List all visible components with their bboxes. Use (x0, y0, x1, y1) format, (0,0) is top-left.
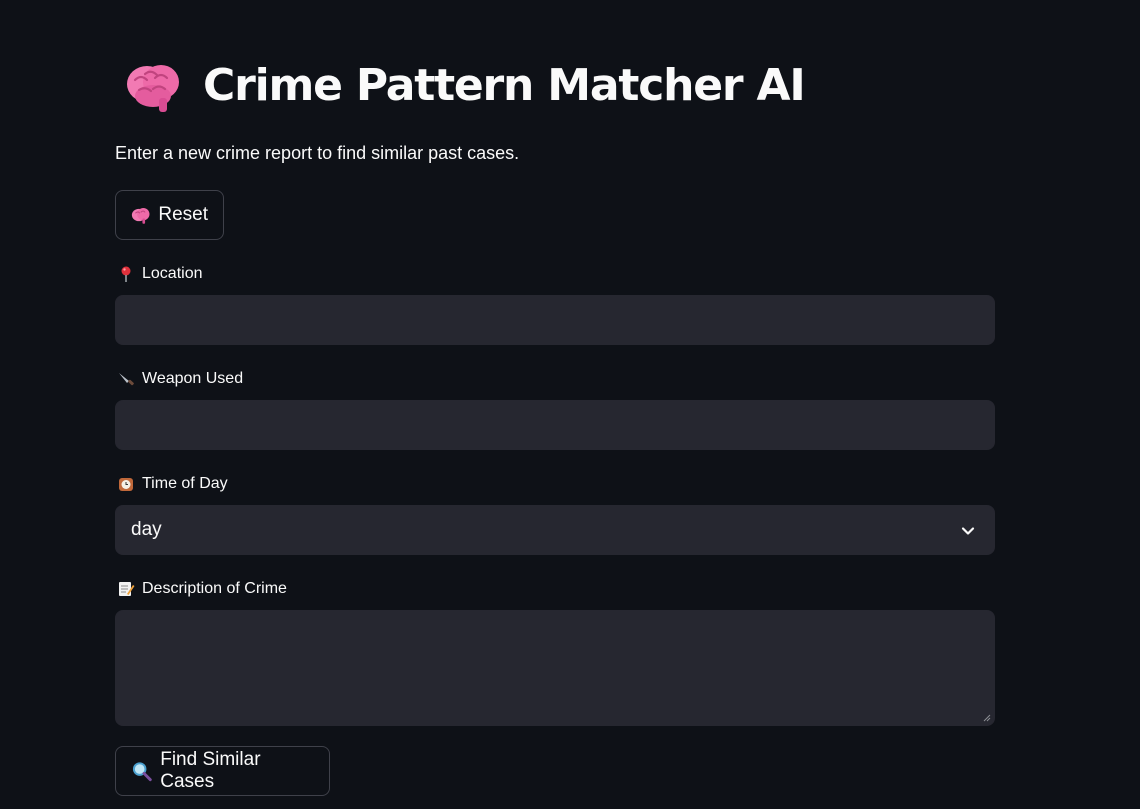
page-title: Crime Pattern Matcher AI (203, 60, 806, 111)
reset-button[interactable]: Reset (115, 190, 224, 240)
clock-icon (119, 478, 133, 491)
magnifier-icon (132, 762, 152, 782)
page-subtitle: Enter a new crime report to find similar… (115, 143, 520, 163)
pin-icon (121, 266, 131, 282)
find-similar-cases-label: Find Similar Cases (160, 749, 261, 792)
memo-icon (119, 582, 135, 596)
description-label: Description of Crime (117, 580, 287, 598)
weapon-label-text: Weapon Used (142, 370, 244, 387)
knife-icon (119, 373, 134, 386)
location-input[interactable] (115, 295, 995, 345)
description-label-text: Description of Crime (142, 580, 287, 597)
brain-icon (127, 65, 179, 112)
chevron-down-icon (961, 527, 975, 535)
location-label-text: Location (142, 265, 203, 282)
time-of-day-label: Time of Day (117, 475, 228, 493)
brain-icon (131, 207, 150, 224)
resize-handle-icon[interactable] (982, 713, 991, 722)
weapon-input[interactable] (115, 400, 995, 450)
reset-button-label: Reset (158, 204, 208, 225)
title-row: Crime Pattern Matcher AI (123, 56, 806, 116)
find-similar-cases-button[interactable]: Find Similar Cases (115, 746, 330, 796)
weapon-label: Weapon Used (117, 370, 243, 388)
time-of-day-value: day (131, 519, 162, 540)
description-textarea[interactable] (115, 610, 995, 726)
time-of-day-select[interactable]: day (115, 505, 995, 555)
time-of-day-label-text: Time of Day (142, 475, 228, 492)
location-label: Location (117, 265, 203, 283)
